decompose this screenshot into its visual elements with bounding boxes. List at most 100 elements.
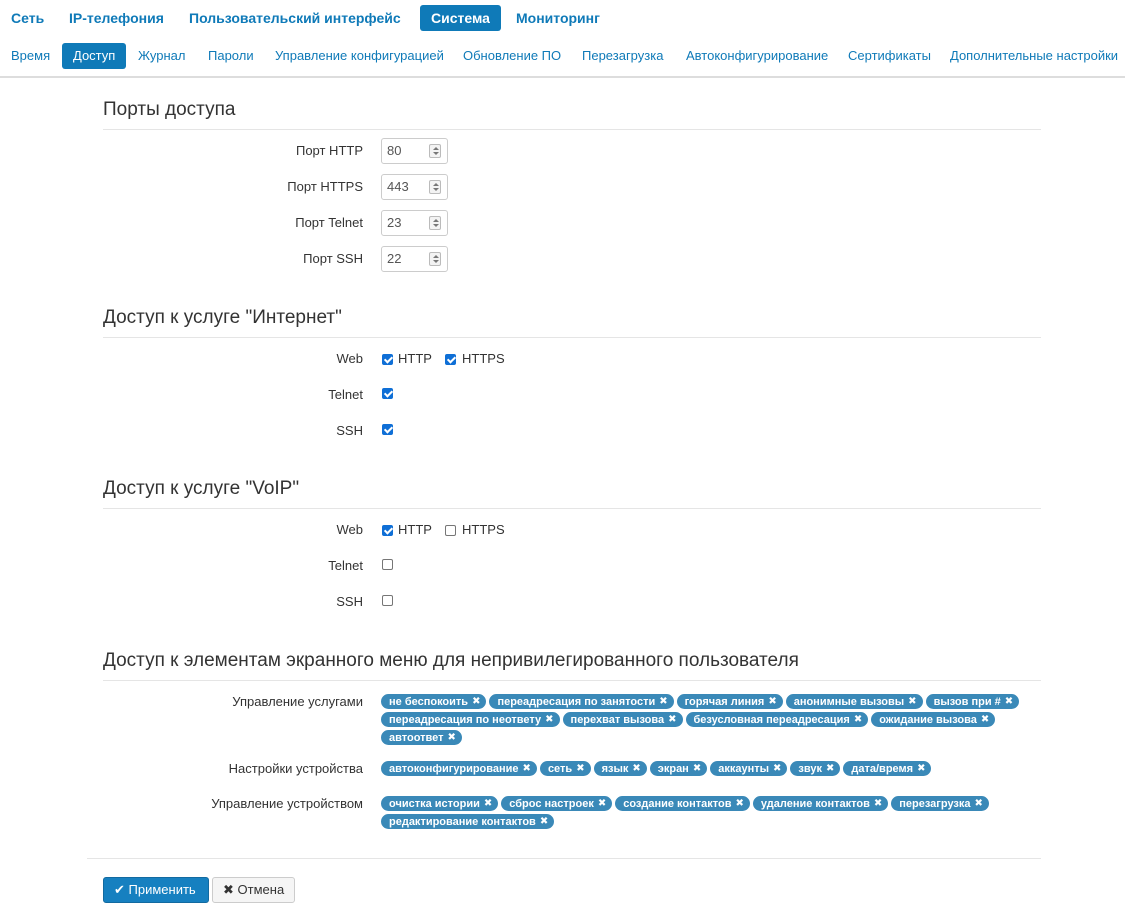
internet-ssh-label: SSH <box>336 423 363 438</box>
cancel-button-label: Отмена <box>237 882 285 897</box>
tab-passwords[interactable]: Пароли <box>197 43 265 69</box>
remove-tag-icon[interactable]: ✖ <box>472 694 480 709</box>
remove-tag-icon[interactable]: ✖ <box>1005 694 1013 709</box>
menu-access-section-title: Доступ к элементам экранного меню для не… <box>103 650 1041 681</box>
menu-item-tag: дата/время ✖ <box>843 761 932 776</box>
cancel-button[interactable]: ✖ Отмена <box>212 877 295 903</box>
voip-ssh-checkbox[interactable] <box>382 595 393 606</box>
nav-monitoring[interactable]: Мониторинг <box>505 5 611 31</box>
remove-tag-icon[interactable]: ✖ <box>981 712 989 727</box>
remove-tag-icon[interactable]: ✖ <box>773 761 781 776</box>
tag-label: сеть <box>547 762 573 775</box>
remove-tag-icon[interactable]: ✖ <box>854 712 862 727</box>
nav-user-interface[interactable]: Пользовательский интерфейс <box>178 5 412 31</box>
tab-advanced-settings[interactable]: Дополнительные настройки <box>939 43 1125 69</box>
http-port-label: Порт HTTP <box>295 143 363 158</box>
nav-network[interactable]: Сеть <box>0 5 55 31</box>
menu-item-tag: анонимные вызовы ✖ <box>785 694 923 709</box>
internet-http-label: HTTP <box>398 351 432 366</box>
internet-ssh-checkbox[interactable] <box>382 424 393 435</box>
voip-telnet-label: Telnet <box>328 558 363 573</box>
https-port-value: 443 <box>387 179 409 194</box>
spinner-arrows-icon[interactable] <box>429 252 441 266</box>
spinner-arrows-icon[interactable] <box>429 216 441 230</box>
telnet-port-input[interactable]: 23 <box>381 210 448 236</box>
menu-item-tag: горячая линия ✖ <box>676 694 783 709</box>
voip-section-title: Доступ к услуге "VoIP" <box>103 478 1041 509</box>
tag-label: создание контактов <box>623 797 732 810</box>
tab-access[interactable]: Доступ <box>62 43 127 69</box>
tag-label: ожидание вызова <box>879 713 977 726</box>
spinner-arrows-icon[interactable] <box>429 180 441 194</box>
remove-tag-icon[interactable]: ✖ <box>598 796 606 811</box>
menu-item-tag: автоконфигурирование ✖ <box>381 761 537 776</box>
settings-label: Настройки устройства <box>228 761 363 776</box>
menu-item-tag: редактирование контактов ✖ <box>381 814 555 829</box>
https-port-input[interactable]: 443 <box>381 174 448 200</box>
menu-item-tag: переадресация по неответу ✖ <box>381 712 560 727</box>
remove-tag-icon[interactable]: ✖ <box>523 761 531 776</box>
menu-item-tag: безусловная переадресация ✖ <box>685 712 869 727</box>
remove-tag-icon[interactable]: ✖ <box>874 796 882 811</box>
remove-tag-icon[interactable]: ✖ <box>975 796 983 811</box>
voip-http-checkbox[interactable] <box>382 525 393 536</box>
tag-label: горячая линия <box>684 695 765 708</box>
remove-tag-icon[interactable]: ✖ <box>448 730 456 745</box>
telnet-port-value: 23 <box>387 215 402 230</box>
tag-label: очистка истории <box>389 797 480 810</box>
http-port-input[interactable]: 80 <box>381 138 448 164</box>
remove-tag-icon[interactable]: ✖ <box>540 814 548 829</box>
tab-log[interactable]: Журнал <box>127 43 196 69</box>
remove-tag-icon[interactable]: ✖ <box>484 796 492 811</box>
tag-label: анонимные вызовы <box>793 695 905 708</box>
internet-telnet-checkbox[interactable] <box>382 388 393 399</box>
menu-item-tag: перехват вызова ✖ <box>562 712 683 727</box>
remove-tag-icon[interactable]: ✖ <box>917 761 925 776</box>
menu-item-tag: экран ✖ <box>649 761 708 776</box>
tag-label: язык <box>601 762 629 775</box>
ssh-port-label: Порт SSH <box>303 251 363 266</box>
nav-ip-telephony[interactable]: IP-телефония <box>58 5 175 31</box>
remove-tag-icon[interactable]: ✖ <box>576 761 584 776</box>
internet-https-checkbox[interactable] <box>445 354 456 365</box>
check-icon: ✔ <box>114 882 125 897</box>
menu-item-tag: переадресация по занятости ✖ <box>489 694 674 709</box>
remove-tag-icon[interactable]: ✖ <box>908 694 916 709</box>
remove-tag-icon[interactable]: ✖ <box>659 694 667 709</box>
remove-tag-icon[interactable]: ✖ <box>632 761 640 776</box>
ports-section-title: Порты доступа <box>103 99 1041 130</box>
internet-http-checkbox[interactable] <box>382 354 393 365</box>
tag-label: переадресация по занятости <box>497 695 656 708</box>
menu-item-tag: перезагрузка ✖ <box>891 796 989 811</box>
remove-tag-icon[interactable]: ✖ <box>668 712 676 727</box>
device-label: Управление устройством <box>211 796 363 811</box>
device-tags: очистка истории ✖ сброс настроек ✖ создание … <box>381 796 1051 832</box>
remove-tag-icon[interactable]: ✖ <box>768 694 776 709</box>
voip-telnet-checkbox[interactable] <box>382 559 393 570</box>
tab-firmware-update[interactable]: Обновление ПО <box>452 43 572 69</box>
apply-button[interactable]: ✔ Применить <box>103 877 209 903</box>
tab-config-management[interactable]: Управление конфигурацией <box>264 43 455 69</box>
tag-label: безусловная переадресация <box>693 713 850 726</box>
voip-https-checkbox[interactable] <box>445 525 456 536</box>
remove-tag-icon[interactable]: ✖ <box>693 761 701 776</box>
tag-label: звук <box>798 762 822 775</box>
internet-section-title: Доступ к услуге "Интернет" <box>103 307 1041 338</box>
tag-label: сброс настроек <box>509 797 594 810</box>
tab-time[interactable]: Время <box>0 43 61 69</box>
menu-item-tag: ожидание вызова ✖ <box>871 712 996 727</box>
menu-item-tag: аккаунты ✖ <box>710 761 788 776</box>
voip-ssh-label: SSH <box>336 594 363 609</box>
tab-certificates[interactable]: Сертификаты <box>837 43 942 69</box>
remove-tag-icon[interactable]: ✖ <box>736 796 744 811</box>
remove-tag-icon[interactable]: ✖ <box>826 761 834 776</box>
settings-tags: автоконфигурирование ✖ сеть ✖ язык ✖ экран ✖ акк… <box>381 761 1051 779</box>
spinner-arrows-icon[interactable] <box>429 144 441 158</box>
tab-autoconfig[interactable]: Автоконфигурирование <box>675 43 839 69</box>
nav-system[interactable]: Система <box>420 5 501 31</box>
remove-tag-icon[interactable]: ✖ <box>545 712 553 727</box>
ssh-port-input[interactable]: 22 <box>381 246 448 272</box>
internet-telnet-label: Telnet <box>328 387 363 402</box>
footer-divider <box>87 858 1041 859</box>
tab-reboot[interactable]: Перезагрузка <box>571 43 674 69</box>
